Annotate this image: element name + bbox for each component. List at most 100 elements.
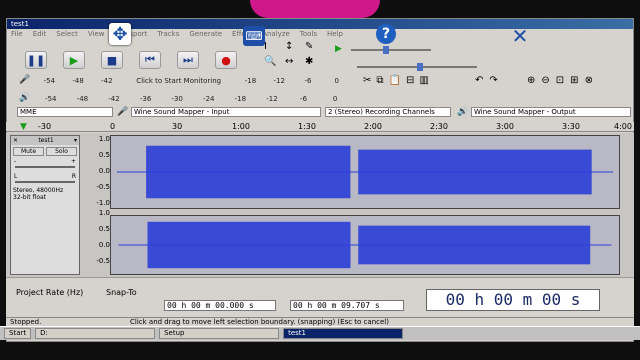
zoom-toggle-icon[interactable]: ⊗ [585,75,593,86]
record-meter-label: -12 [273,76,285,85]
menu-edit[interactable]: Edit [33,29,47,39]
play-meter-label: 0 [332,94,338,103]
timeline-ruler[interactable]: ▼ -30 0 30 1:00 1:30 2:00 2:30 3:00 3:30… [6,122,634,132]
speaker-icon: 🔊 [19,93,31,103]
play-meter-label: -12 [266,94,278,103]
channels-select[interactable]: 2 (Stereo) Recording Channels [325,107,451,117]
menu-generate[interactable]: Generate [189,29,222,39]
waveform-left[interactable] [110,135,620,209]
track-menu-icon[interactable]: ▾ [74,137,77,144]
menu-analyze[interactable]: Analyze [262,29,290,39]
menu-select[interactable]: Select [56,29,78,39]
menu-tools[interactable]: Tools [300,29,317,39]
y-tick: 1.0 [98,209,110,217]
track-format-info: Stereo, 48000Hz [13,187,64,194]
skip-start-icon: ⏮ [145,53,155,66]
gain-slider[interactable] [15,166,75,168]
zoom-out-icon[interactable]: ⊖ [541,75,549,86]
selection-toolbar: Project Rate (Hz) Snap-To 00 h 00 m 00.0… [6,277,634,317]
trim-icon[interactable]: ⊟ [406,75,414,86]
close-overlay-icon[interactable]: ✕ [510,24,530,48]
pause-icon: ❚❚ [26,53,46,67]
fit-project-icon[interactable]: ⊞ [570,75,578,86]
waveform-right[interactable] [110,215,620,275]
timeshift-tool-icon[interactable]: ↔ [285,56,293,67]
draw-tool-icon[interactable]: ✎ [305,41,313,52]
start-button[interactable]: Start [4,328,32,339]
skip-start-button[interactable]: ⏮ [139,51,161,69]
menu-file[interactable]: File [11,29,23,39]
paste-icon[interactable]: 📋 [389,75,401,86]
taskbar-drive[interactable]: D: [35,328,156,339]
stop-button[interactable]: ■ [101,51,123,69]
record-icon: ● [221,53,231,67]
menu-tracks[interactable]: Tracks [157,29,179,39]
undo-icon[interactable]: ↶ [475,75,483,86]
output-device-select[interactable]: Wine Sound Mapper - Output [471,107,631,117]
play-meter-label: -48 [76,94,89,103]
playback-meter[interactable]: -54 -48 -42 -36 -30 -24 -18 -12 -6 0 [35,94,351,103]
ruler-tick: 2:00 [364,122,382,131]
taskbar-active-window[interactable]: test1 [283,328,404,339]
track-close-icon[interactable]: ✕ [13,137,18,144]
taskbar-setup[interactable]: Setup [159,328,280,339]
y-tick: 0.5 [98,151,110,159]
input-device-select[interactable]: Wine Sound Mapper - Input [131,107,321,117]
ruler-tick: -30 [38,122,52,131]
speaker-device-icon: 🔊 [457,107,469,117]
ruler-tick: 1:00 [232,122,250,131]
play-meter-label: -18 [234,94,247,103]
multi-tool-icon[interactable]: ✱ [305,56,313,67]
copy-icon[interactable]: ⧉ [376,75,383,86]
menu-help[interactable]: Help [327,29,343,39]
audio-position-display[interactable]: 00 h 00 m 00 s [426,289,600,311]
play-meter-label: -36 [139,94,152,103]
help-overlay-icon[interactable]: ? [376,24,396,44]
y-tick: -0.5 [96,183,110,191]
ruler-tick: 3:00 [496,122,514,131]
y-tick: 0.0 [98,167,110,175]
track-name[interactable]: test1 [38,137,53,144]
play-meter-label: -54 [45,94,57,103]
fit-selection-icon[interactable]: ⊡ [556,75,564,86]
keyboard-overlay-icon[interactable]: ⌨ [243,26,265,46]
title-bar: test1 [7,19,633,29]
audio-host-select[interactable]: MME [17,107,113,117]
record-meter-label: -54 [43,76,56,85]
pause-button[interactable]: ❚❚ [25,51,47,69]
y-axis-bottom: 1.0 0.5 0.0 -0.5 [82,209,110,265]
track-control-panel: ✕ test1 ▾ Mute Solo - + L R Stereo, 4800… [10,135,80,275]
menu-view[interactable]: View [88,29,105,39]
record-button[interactable]: ● [215,51,237,69]
pan-right-label: R [71,173,76,180]
record-meter-label: -18 [244,76,257,85]
playback-volume-slider[interactable] [357,63,477,71]
record-meter-prompt[interactable]: Click to Start Monitoring [121,77,236,85]
play-speed-handle[interactable] [383,46,389,54]
track-area: ✕ test1 ▾ Mute Solo - + L R Stereo, 4800… [6,133,634,277]
silence-icon[interactable]: ▥ [419,75,428,86]
record-meter-label: -48 [72,76,84,85]
redo-icon[interactable]: ↷ [489,75,497,86]
project-rate-label: Project Rate (Hz) [16,288,84,297]
playback-volume-handle[interactable] [417,63,423,71]
play-at-speed-icon[interactable]: ▶ [335,44,342,54]
zoom-in-icon[interactable]: ⊕ [527,75,535,86]
play-button[interactable]: ▶ [63,51,85,69]
record-meter-label: 0 [334,76,339,85]
move-overlay-icon[interactable]: ✥ [109,23,131,45]
skip-end-button[interactable]: ⏭ [177,51,199,69]
pan-slider[interactable] [15,181,75,183]
play-icon: ▶ [69,53,79,67]
mute-button[interactable]: Mute [13,147,44,156]
selection-end-field[interactable]: 00 h 00 m 09.707 s [290,300,404,311]
envelope-tool-icon[interactable]: ↕ [285,41,293,52]
play-speed-slider[interactable] [351,46,431,54]
cut-icon[interactable]: ✂ [363,75,371,86]
solo-button[interactable]: Solo [46,147,77,156]
selection-start-field[interactable]: 00 h 00 m 00.000 s [164,300,276,311]
zoom-tool-icon[interactable]: 🔍 [264,56,276,67]
play-meter-label: -24 [203,94,215,103]
record-meter[interactable]: -54 -48 -42 Click to Start Monitoring -1… [35,76,351,85]
gain-minus-label: - [14,158,17,165]
